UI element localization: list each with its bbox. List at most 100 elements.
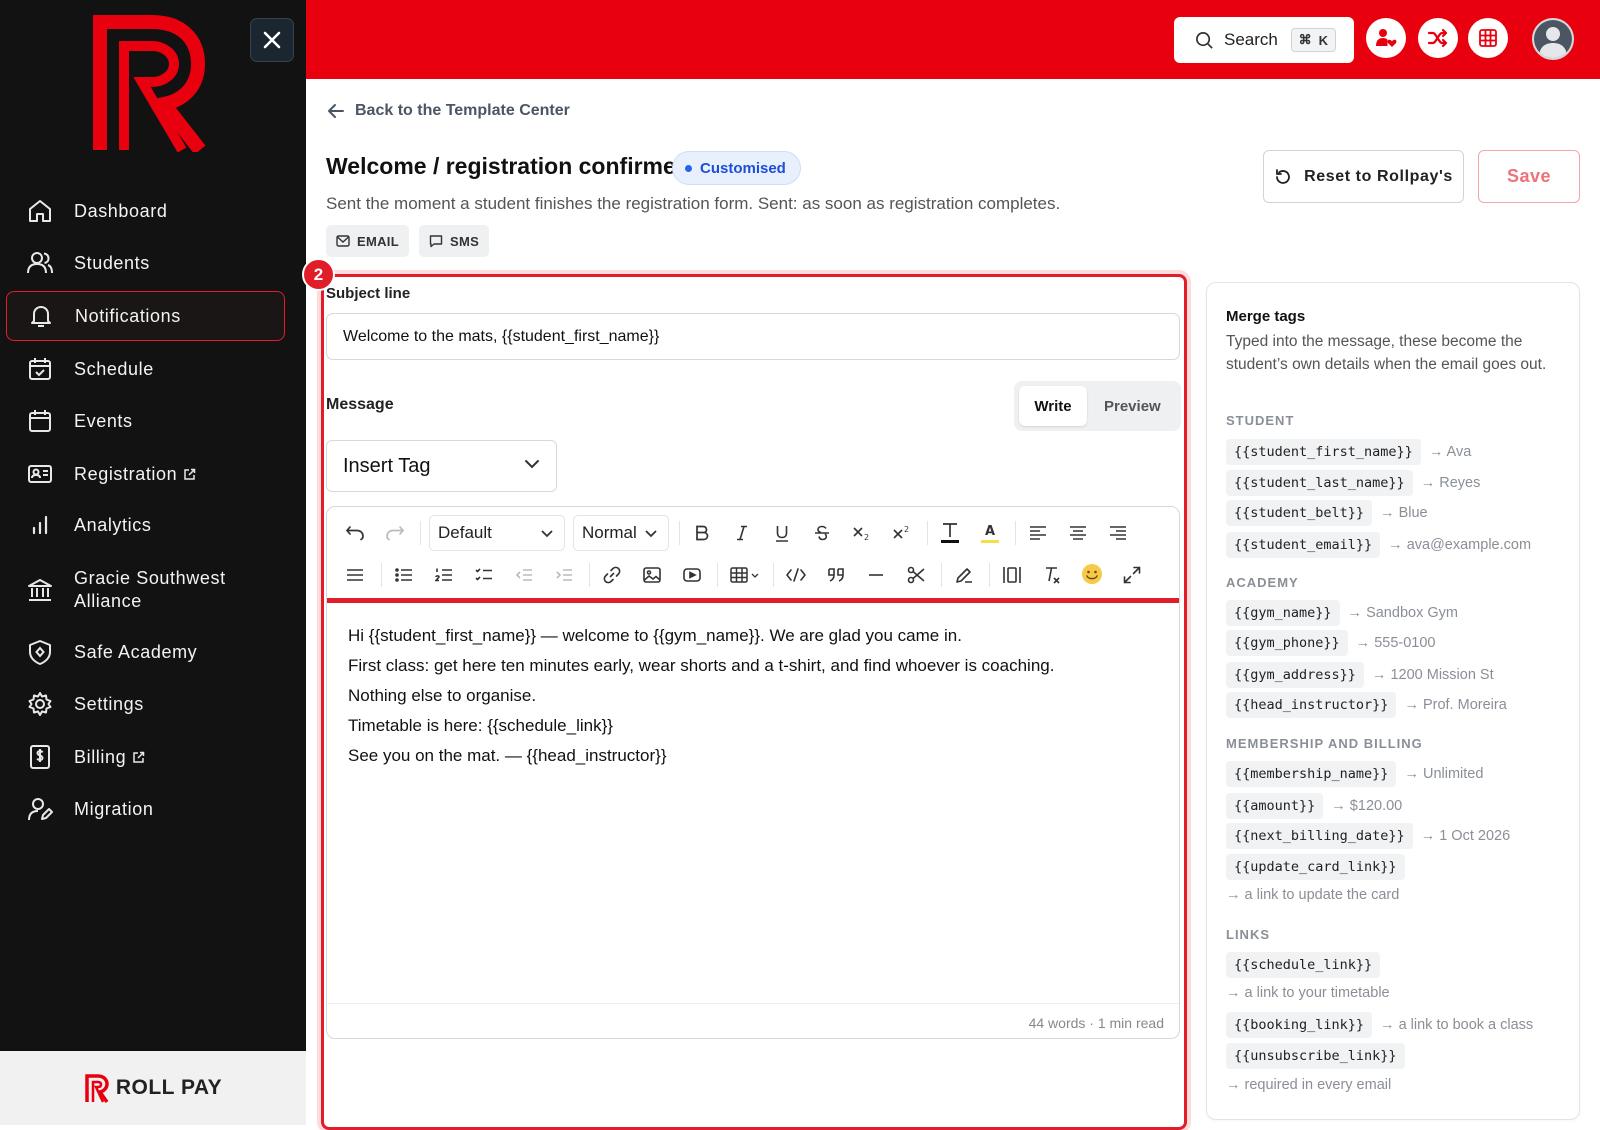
table-button[interactable] [726,561,766,589]
shuffle-button[interactable] [1418,18,1458,58]
cut-button[interactable] [902,561,930,589]
emoji-button[interactable] [1078,560,1106,588]
sidebar-item-dashboard[interactable]: Dashboard [6,186,285,236]
gear-icon [28,692,52,716]
merge-tag-row[interactable]: {{next_billing_date}} → 1 Oct 2026 [1226,823,1510,849]
rollpay-small-logo [85,1074,109,1103]
external-link-icon [184,469,196,480]
merge-tag-row[interactable]: {{membership_name}} → Unlimited [1226,761,1483,787]
insert-tag-dropdown[interactable]: Insert Tag [326,440,557,492]
sidebar-item-gracie-southwest-alliance[interactable]: Gracie Southwest Alliance [6,562,285,618]
sidebar-item-students[interactable]: Students [6,238,285,288]
merge-tag-row[interactable]: {{head_instructor}} → Prof. Moreira [1226,692,1507,718]
merge-tag-row[interactable]: {{student_last_name}} → Reyes [1226,470,1480,496]
sidebar-item-migration[interactable]: Migration [6,784,285,834]
image-button[interactable] [638,561,666,589]
justify-button[interactable] [341,561,369,589]
outdent-icon [515,569,532,581]
subscript-button[interactable]: 2 [848,519,876,547]
checklist-button[interactable] [470,561,498,589]
close-sidebar-button[interactable] [250,18,294,62]
grid-app-button[interactable] [1468,18,1508,58]
merge-tag-row[interactable]: {{gym_phone}} → 555-0100 [1226,630,1435,656]
code-button[interactable] [782,561,810,589]
text-color-icon [941,523,959,543]
tab-write[interactable]: Write [1019,386,1087,426]
table-icon [730,567,759,583]
back-link[interactable]: Back to the Template Center [327,102,570,120]
columns-button[interactable] [998,561,1026,589]
blockquote-button[interactable] [822,561,850,589]
save-button[interactable]: Save [1478,150,1580,203]
message-body[interactable]: Hi {{student_first_name}} — welcome to {… [348,621,1054,771]
bank-icon [28,579,52,601]
user-avatar[interactable] [1532,18,1574,60]
redo-button[interactable] [381,519,409,547]
search-button[interactable]: Search ⌘ K [1174,17,1354,63]
merge-tag-row[interactable]: {{gym_address}} → 1200 Mission St [1226,662,1494,688]
link-button[interactable] [598,561,626,589]
sidebar-item-analytics[interactable]: Analytics [6,500,285,550]
merge-tag-row[interactable]: {{booking_link}} → a link to book a class [1226,1012,1533,1038]
channel-email[interactable]: EMAIL [326,225,409,257]
align-right-button[interactable] [1104,519,1132,547]
tab-preview[interactable]: Preview [1104,386,1161,426]
merge-tag-row[interactable]: {{schedule_link}} [1226,952,1381,978]
subject-input[interactable]: Welcome to the mats, {{student_first_nam… [326,313,1180,360]
sidebar-item-notifications[interactable]: Notifications [6,291,285,341]
italic-button[interactable] [728,519,756,547]
fullscreen-button[interactable] [1118,561,1146,589]
reset-to-default-button[interactable]: Reset to Rollpay's [1263,150,1464,203]
merge-tag-row[interactable]: {{gym_name}} → Sandbox Gym [1226,600,1458,626]
channel-sms[interactable]: SMS [419,225,490,257]
underline-button[interactable] [768,519,796,547]
users-icon [27,252,53,274]
sidebar-item-settings[interactable]: Settings [6,679,285,729]
search-label: Search [1224,30,1278,49]
highlight-icon: A [981,524,999,543]
video-button[interactable] [678,561,706,589]
merge-tag: {{student_email}} [1226,532,1381,558]
clear-format-button[interactable] [1038,561,1066,589]
strikethrough-button[interactable] [808,519,836,547]
subject-label: Subject line [326,285,411,302]
receipt-icon [30,745,50,769]
bullet-list-button[interactable] [390,561,418,589]
bold-button[interactable] [688,519,716,547]
undo-button[interactable] [341,519,369,547]
bullet-list-icon [395,568,412,582]
user-heart-button[interactable] [1366,18,1406,58]
merge-tag-row[interactable]: {{student_belt}} → Blue [1226,500,1428,526]
outdent-button[interactable] [510,561,538,589]
tag-preview: → a link to book a class [1380,1017,1534,1033]
sidebar-footer-brand: ROLL PAY [0,1051,306,1125]
sidebar-item-registration[interactable]: Registration [6,449,285,499]
indent-button[interactable] [550,561,578,589]
highlight-color-button[interactable]: A [976,518,1004,546]
align-center-button[interactable] [1064,519,1092,547]
tag-preview: → 555-0100 [1355,635,1436,651]
superscript-button[interactable]: 2 [888,519,916,547]
merge-tag-row[interactable]: {{amount}} → $120.00 [1226,793,1402,819]
horizontal-rule-button[interactable] [862,561,890,589]
section-student: STUDENT [1226,413,1295,428]
sidebar-item-label: Safe Academy [74,641,198,662]
columns-icon [1003,567,1021,583]
sidebar-item-safe-academy[interactable]: Safe Academy [6,627,285,677]
sidebar-item-schedule[interactable]: Schedule [6,344,285,394]
sidebar-item-events[interactable]: Events [6,396,285,446]
text-color-button[interactable] [936,518,964,546]
merge-tag-row[interactable]: {{update_card_link}} [1226,854,1405,880]
align-left-button[interactable] [1024,519,1052,547]
font-family-select[interactable]: Default [429,515,565,551]
numbered-list-button[interactable] [430,561,458,589]
draw-button[interactable] [950,561,978,589]
sidebar-item-label: Students [74,252,150,273]
sidebar-item-billing[interactable]: Billing [6,732,285,782]
rollpay-logo[interactable] [92,14,210,152]
merge-tag-row[interactable]: {{unsubscribe_link}} [1226,1043,1405,1069]
font-size-select[interactable]: Normal [573,515,669,551]
merge-tag-row[interactable]: {{student_email}} → ava@example.com [1226,532,1531,558]
merge-tag-row[interactable]: {{student_first_name}} → Ava [1226,439,1471,465]
brand-name: ROLL PAY [115,1076,223,1099]
